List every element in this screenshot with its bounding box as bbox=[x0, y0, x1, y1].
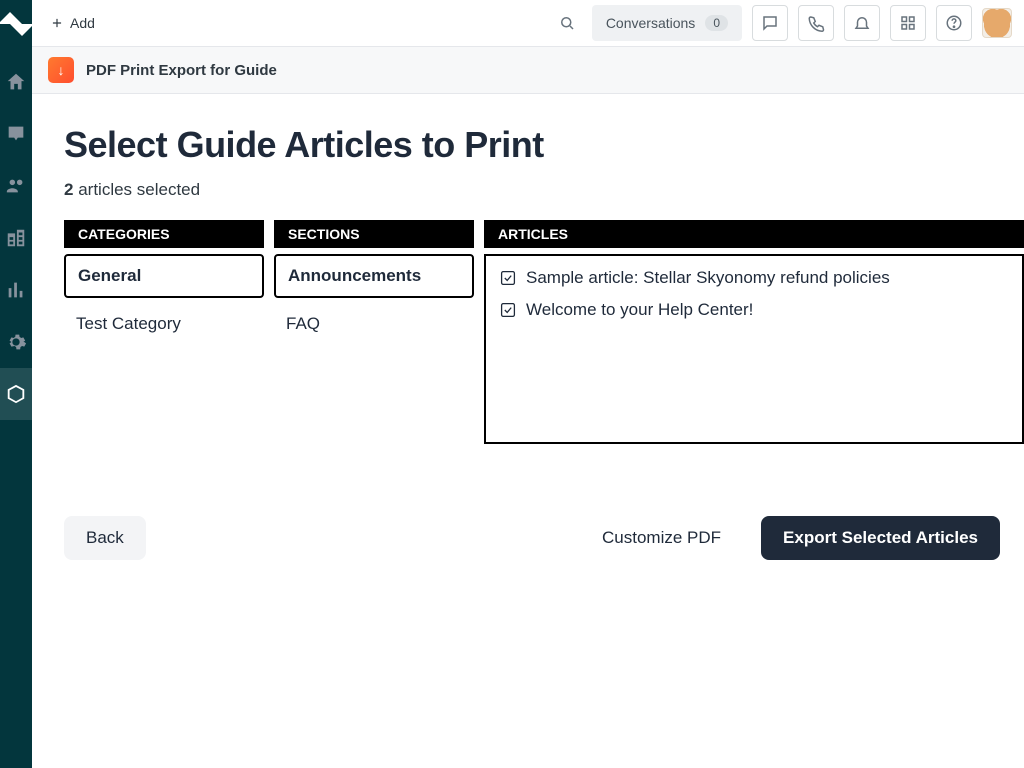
article-label: Sample article: Stellar Skyonomy refund … bbox=[526, 268, 890, 288]
export-button[interactable]: Export Selected Articles bbox=[761, 516, 1000, 560]
inbox-icon[interactable] bbox=[4, 122, 28, 146]
category-item[interactable]: General bbox=[64, 254, 264, 298]
app-title: PDF Print Export for Guide bbox=[86, 62, 277, 79]
sections-column: SECTIONS Announcements FAQ bbox=[274, 220, 474, 344]
home-icon[interactable] bbox=[4, 70, 28, 94]
articles-column: ARTICLES Sample article: Stellar Skyonom… bbox=[484, 220, 1024, 444]
app-header: PDF Print Export for Guide bbox=[32, 47, 1024, 94]
sections-header: SECTIONS bbox=[274, 220, 474, 248]
categories-header: CATEGORIES bbox=[64, 220, 264, 248]
article-item[interactable]: Welcome to your Help Center! bbox=[500, 300, 1008, 320]
bell-icon[interactable] bbox=[844, 5, 880, 41]
avatar[interactable] bbox=[982, 8, 1012, 38]
categories-column: CATEGORIES General Test Category bbox=[64, 220, 264, 344]
selection-count: 2 articles selected bbox=[64, 180, 1024, 200]
help-icon[interactable] bbox=[936, 5, 972, 41]
phone-icon[interactable] bbox=[798, 5, 834, 41]
apps-icon[interactable] bbox=[4, 382, 28, 406]
stats-icon[interactable] bbox=[4, 278, 28, 302]
checkbox-checked-icon bbox=[500, 302, 516, 318]
grid-icon[interactable] bbox=[890, 5, 926, 41]
section-item[interactable]: Announcements bbox=[274, 254, 474, 298]
users-icon[interactable] bbox=[4, 174, 28, 198]
nav-rail bbox=[0, 0, 32, 768]
chat-icon[interactable] bbox=[752, 5, 788, 41]
settings-icon[interactable] bbox=[4, 330, 28, 354]
search-icon[interactable] bbox=[552, 5, 582, 41]
conversations-label: Conversations bbox=[606, 15, 696, 31]
app-icon bbox=[48, 57, 74, 83]
org-icon[interactable] bbox=[4, 226, 28, 250]
add-button[interactable]: Add bbox=[44, 11, 101, 35]
article-item[interactable]: Sample article: Stellar Skyonomy refund … bbox=[500, 268, 1008, 288]
page-title: Select Guide Articles to Print bbox=[64, 124, 1024, 166]
conversations-pill[interactable]: Conversations 0 bbox=[592, 5, 742, 41]
category-item[interactable]: Test Category bbox=[64, 304, 264, 344]
checkbox-checked-icon bbox=[500, 270, 516, 286]
add-label: Add bbox=[70, 15, 95, 31]
section-item[interactable]: FAQ bbox=[274, 304, 474, 344]
conversations-count: 0 bbox=[705, 15, 728, 31]
back-button[interactable]: Back bbox=[64, 516, 146, 560]
article-label: Welcome to your Help Center! bbox=[526, 300, 753, 320]
articles-header: ARTICLES bbox=[484, 220, 1024, 248]
brand-logo bbox=[4, 12, 28, 36]
topbar: Add Conversations 0 bbox=[32, 0, 1024, 47]
footer-actions: Back Customize PDF Export Selected Artic… bbox=[64, 516, 1024, 560]
customize-button[interactable]: Customize PDF bbox=[580, 516, 743, 560]
